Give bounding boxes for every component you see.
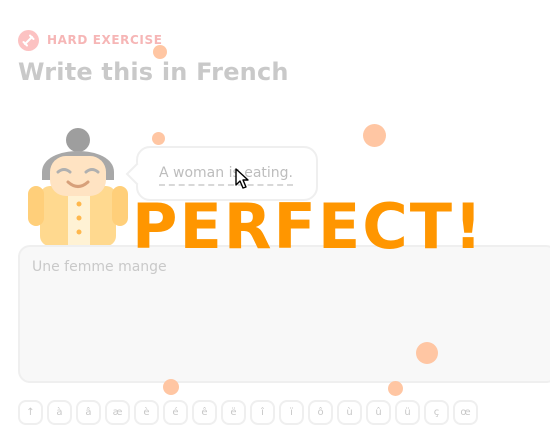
key-shift[interactable]: ↑	[18, 400, 43, 425]
confetti-dot	[152, 132, 165, 145]
key-o-circumflex[interactable]: ô	[308, 400, 333, 425]
key-e-acute[interactable]: é	[163, 400, 188, 425]
key-a-circumflex[interactable]: â	[76, 400, 101, 425]
mouse-pointer-icon	[235, 168, 249, 194]
key-i-circumflex[interactable]: î	[250, 400, 275, 425]
key-u-circumflex[interactable]: û	[366, 400, 391, 425]
confetti-dot	[163, 379, 179, 395]
key-e-circumflex[interactable]: ê	[192, 400, 217, 425]
page-title: Write this in French	[18, 58, 289, 86]
key-u-diaeresis[interactable]: ü	[395, 400, 420, 425]
confetti-dot	[153, 45, 167, 59]
accent-keyboard: ↑ à â æ è é ê ë î ï ô ù û ü ç œ	[18, 400, 478, 425]
key-c-cedilla[interactable]: ç	[424, 400, 449, 425]
key-a-grave[interactable]: à	[47, 400, 72, 425]
dumbbell-icon	[18, 30, 39, 51]
confetti-dot	[416, 342, 438, 364]
perfect-feedback: PERFECT!	[132, 190, 485, 263]
key-u-grave[interactable]: ù	[337, 400, 362, 425]
grandma-character	[24, 124, 132, 246]
answer-textarea[interactable]: Une femme mange	[18, 245, 550, 383]
key-ae[interactable]: æ	[105, 400, 130, 425]
confetti-dot	[363, 124, 386, 147]
key-e-grave[interactable]: è	[134, 400, 159, 425]
confetti-dot	[388, 381, 403, 396]
key-oe[interactable]: œ	[453, 400, 478, 425]
prompt-sentence[interactable]: A woman is eating.	[159, 165, 293, 186]
key-i-diaeresis[interactable]: ï	[279, 400, 304, 425]
exercise-type-badge: HARD EXERCISE	[47, 33, 163, 47]
key-e-diaeresis[interactable]: ë	[221, 400, 246, 425]
